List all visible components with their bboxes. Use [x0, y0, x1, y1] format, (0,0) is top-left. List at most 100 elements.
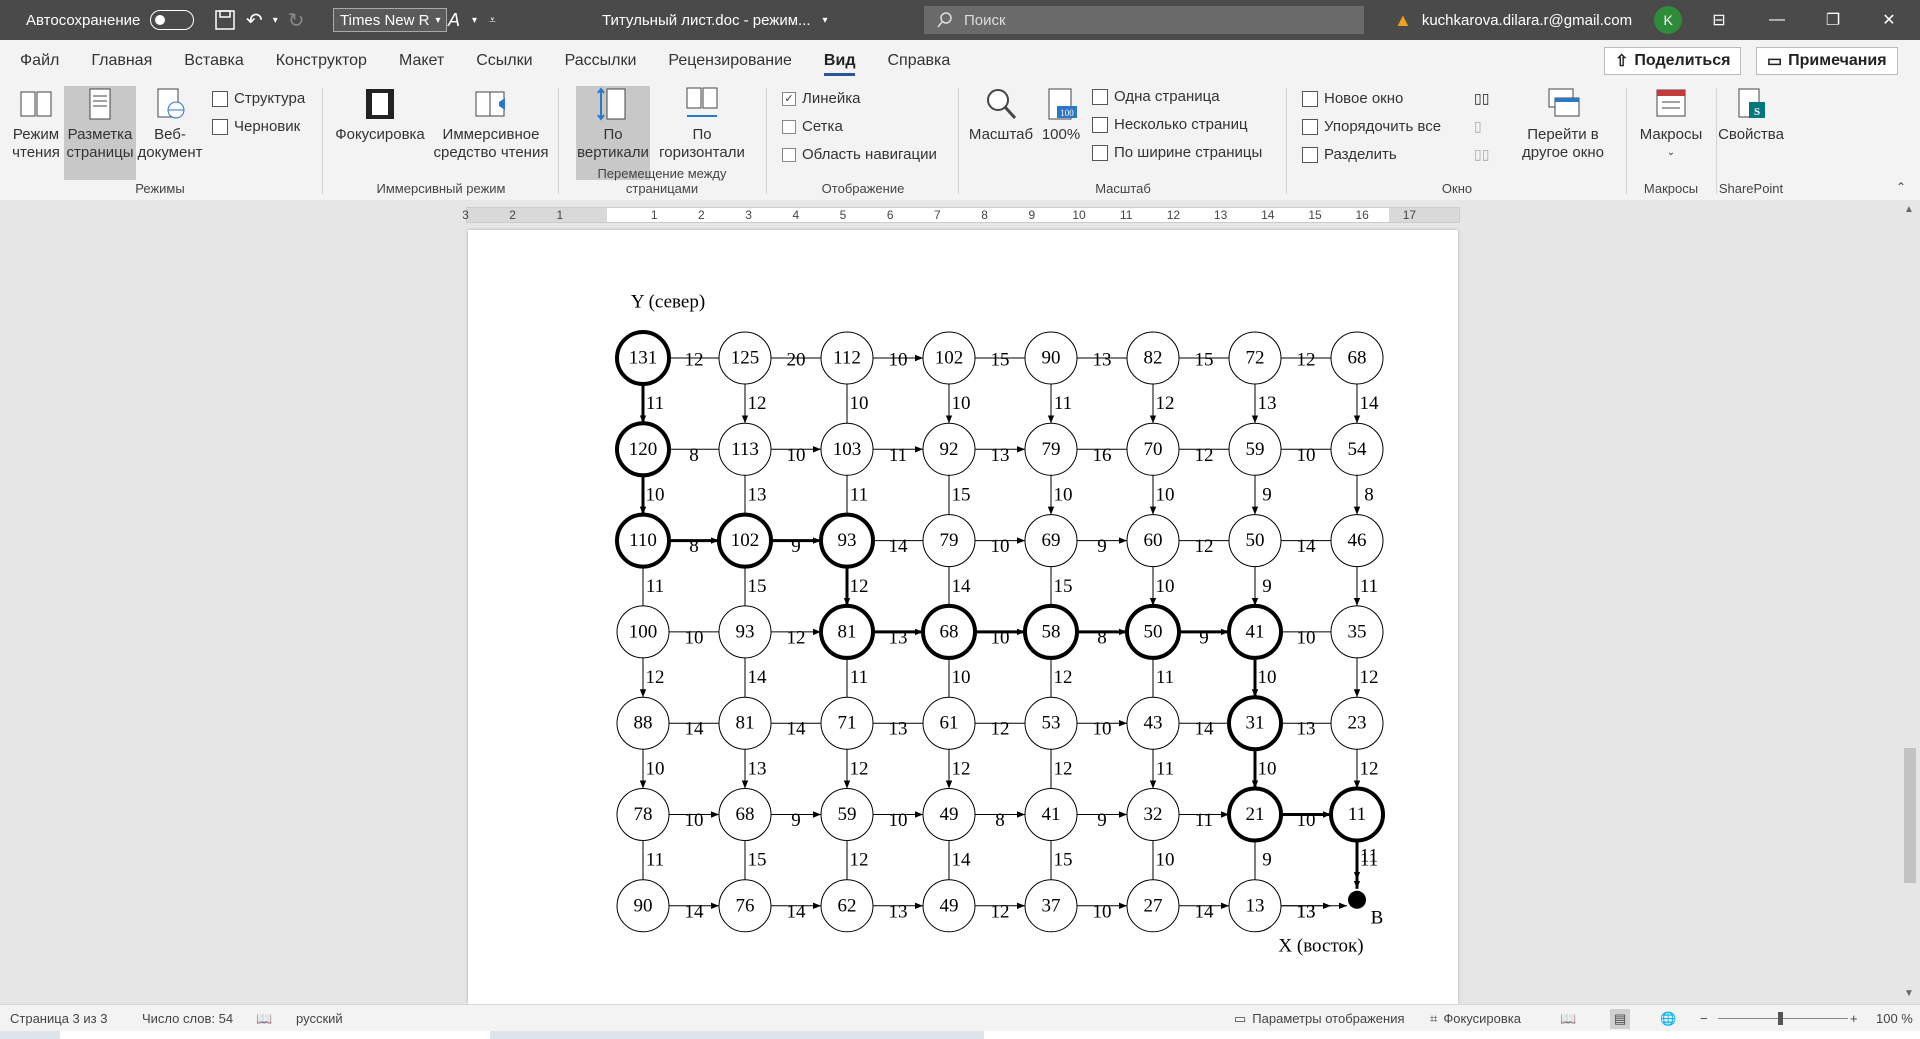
document-title[interactable]: Титульный лист.doc - режим...: [602, 12, 811, 29]
edge-weight: 10: [1297, 627, 1316, 648]
tab-help[interactable]: Справка: [871, 40, 966, 82]
tab-references[interactable]: Ссылки: [460, 40, 548, 82]
edge-weight: 12: [1360, 667, 1379, 688]
navigation-pane-checkbox[interactable]: Область навигации: [782, 146, 937, 163]
text-effects-icon[interactable]: A: [448, 10, 460, 31]
avatar[interactable]: K: [1654, 6, 1683, 34]
view-side-by-side-icon[interactable]: ▯▯: [1474, 90, 1489, 107]
zoom-in-icon[interactable]: +: [1850, 1011, 1858, 1026]
scrollbar-thumb[interactable]: [1904, 748, 1916, 883]
comments-button[interactable]: ▭ Примечания: [1756, 47, 1898, 75]
font-name-box[interactable]: Times New R ▾: [333, 8, 448, 32]
ruler-number: 17: [1402, 208, 1417, 222]
ruler-number: 10: [1072, 208, 1086, 222]
edge-weight: 15: [1054, 576, 1073, 597]
edge-weight: 9: [1097, 810, 1107, 831]
grid-checkbox[interactable]: Сетка: [782, 118, 843, 135]
page-width-button[interactable]: По ширине страницы: [1092, 144, 1262, 161]
edge-weight: 10: [787, 445, 806, 466]
edge-weight: 10: [685, 627, 704, 648]
web-layout-button[interactable]: Веб- документ: [138, 86, 202, 170]
tab-file[interactable]: Файл: [4, 40, 75, 82]
tab-review[interactable]: Рецензирование: [652, 40, 808, 82]
horizontal-ruler[interactable]: 3 2 1 1 2 3 4 5 6 7 8 9 10 11 12 13 14 15 16 17: [0, 200, 1920, 230]
user-email[interactable]: kuchkarova.dilara.r@gmail.com: [1422, 12, 1632, 29]
undo-dropdown-icon[interactable]: ▾: [273, 15, 278, 26]
web-layout-view-icon[interactable]: 🌐: [1660, 1011, 1676, 1027]
outline-button[interactable]: Структура: [212, 90, 305, 107]
restore-icon[interactable]: ❐: [1810, 0, 1856, 40]
node-value: 82: [1144, 348, 1163, 369]
new-window-button[interactable]: Новое окно: [1302, 90, 1403, 107]
tab-home[interactable]: Главная: [75, 40, 168, 82]
document-page[interactable]: 131 125 112 102 90 82 72 68 120 113 103 92 79 70 59 54 1…: [468, 230, 1458, 1004]
ruler-number: 15: [1308, 208, 1322, 222]
edge-weight: 14: [748, 667, 768, 688]
zoom-out-icon[interactable]: −: [1700, 1011, 1708, 1026]
text-effects-dropdown-icon[interactable]: ▾: [472, 15, 477, 26]
minimize-icon[interactable]: —: [1754, 0, 1800, 40]
switch-window-button[interactable]: Перейти в другое окно: [1506, 86, 1620, 170]
node-value: 60: [1144, 530, 1163, 551]
node-value: 62: [838, 895, 857, 916]
tab-view[interactable]: Вид: [808, 40, 872, 82]
vertical-scrollbar[interactable]: ▲ ▼: [1900, 200, 1920, 1004]
share-button[interactable]: ⇧ Поделиться: [1604, 47, 1742, 75]
split-button[interactable]: Разделить: [1302, 146, 1397, 163]
edge-weight: 12: [850, 576, 869, 597]
zoom-100-button[interactable]: 100 100%: [1036, 86, 1086, 170]
ruler-checkbox[interactable]: ✓ Линейка: [782, 90, 860, 107]
proofing-icon[interactable]: 📖: [256, 1011, 272, 1027]
horizontal-button[interactable]: По горизонтали: [656, 86, 748, 170]
print-layout-button[interactable]: Разметка страницы: [64, 86, 136, 180]
redo-icon[interactable]: ↻: [288, 8, 305, 33]
read-mode-view-icon[interactable]: 📖: [1560, 1011, 1576, 1027]
zoom-slider[interactable]: [1718, 1005, 1848, 1032]
collapse-ribbon-icon[interactable]: ⌃: [1896, 180, 1906, 194]
node-value: 68: [1348, 348, 1367, 369]
one-page-button[interactable]: Одна страница: [1092, 88, 1220, 105]
macros-button[interactable]: Макросы ⌄: [1632, 86, 1710, 170]
edge-weight: 12: [991, 719, 1010, 740]
tab-insert[interactable]: Вставка: [168, 40, 259, 82]
zoom-label: Масштаб: [968, 126, 1034, 143]
language[interactable]: русский: [296, 1011, 343, 1026]
node-value: 102: [731, 530, 760, 551]
zoom-slider-thumb[interactable]: [1778, 1012, 1783, 1025]
customize-toolbar-icon[interactable]: ⩡: [489, 13, 496, 28]
zoom-button[interactable]: Масштаб: [966, 86, 1036, 170]
immersive-reader-button[interactable]: Иммерсивное средство чтения: [430, 86, 552, 170]
zoom-level[interactable]: 100 %: [1876, 1011, 1913, 1026]
arrange-all-button[interactable]: Упорядочить все: [1302, 118, 1441, 135]
draft-button[interactable]: Черновик: [212, 118, 300, 135]
horizontal-label: По горизонтали: [659, 126, 745, 161]
node-value: 103: [833, 439, 862, 460]
word-count[interactable]: Число слов: 54: [142, 1011, 233, 1026]
scroll-up-icon[interactable]: ▲: [1904, 204, 1914, 215]
close-icon[interactable]: ✕: [1866, 0, 1912, 40]
read-mode-button[interactable]: Режим чтения: [8, 86, 64, 170]
search-box[interactable]: Поиск: [924, 6, 1364, 34]
tab-mailings[interactable]: Рассылки: [549, 40, 653, 82]
undo-icon[interactable]: ↶: [246, 8, 263, 33]
warning-icon[interactable]: ▲: [1394, 10, 1412, 31]
status-focus-button[interactable]: ⌗ Фокусировка: [1430, 1005, 1521, 1032]
group-label-sharepoint: SharePoint: [1718, 181, 1784, 196]
node-value: 79: [1042, 439, 1061, 460]
tab-layout[interactable]: Макет: [383, 40, 460, 82]
autosave-area: Автосохранение: [26, 0, 195, 40]
tab-design[interactable]: Конструктор: [260, 40, 383, 82]
scroll-down-icon[interactable]: ▼: [1904, 988, 1914, 999]
autosave-toggle[interactable]: [150, 10, 195, 30]
properties-button[interactable]: S Свойства: [1718, 86, 1784, 170]
focus-button[interactable]: Фокусировка: [332, 86, 428, 170]
print-layout-view-icon[interactable]: ▤: [1610, 1008, 1631, 1029]
page-count[interactable]: Страница 3 из 3: [10, 1011, 107, 1026]
split-label: Разделить: [1324, 146, 1397, 163]
save-icon[interactable]: [214, 9, 236, 31]
ribbon-display-icon[interactable]: ⊟: [1696, 0, 1742, 40]
display-settings-button[interactable]: ▭ Параметры отображения: [1234, 1005, 1405, 1032]
edge-weight: 10: [685, 810, 704, 831]
title-dropdown-icon[interactable]: ▾: [823, 15, 828, 26]
multiple-pages-button[interactable]: Несколько страниц: [1092, 116, 1248, 133]
